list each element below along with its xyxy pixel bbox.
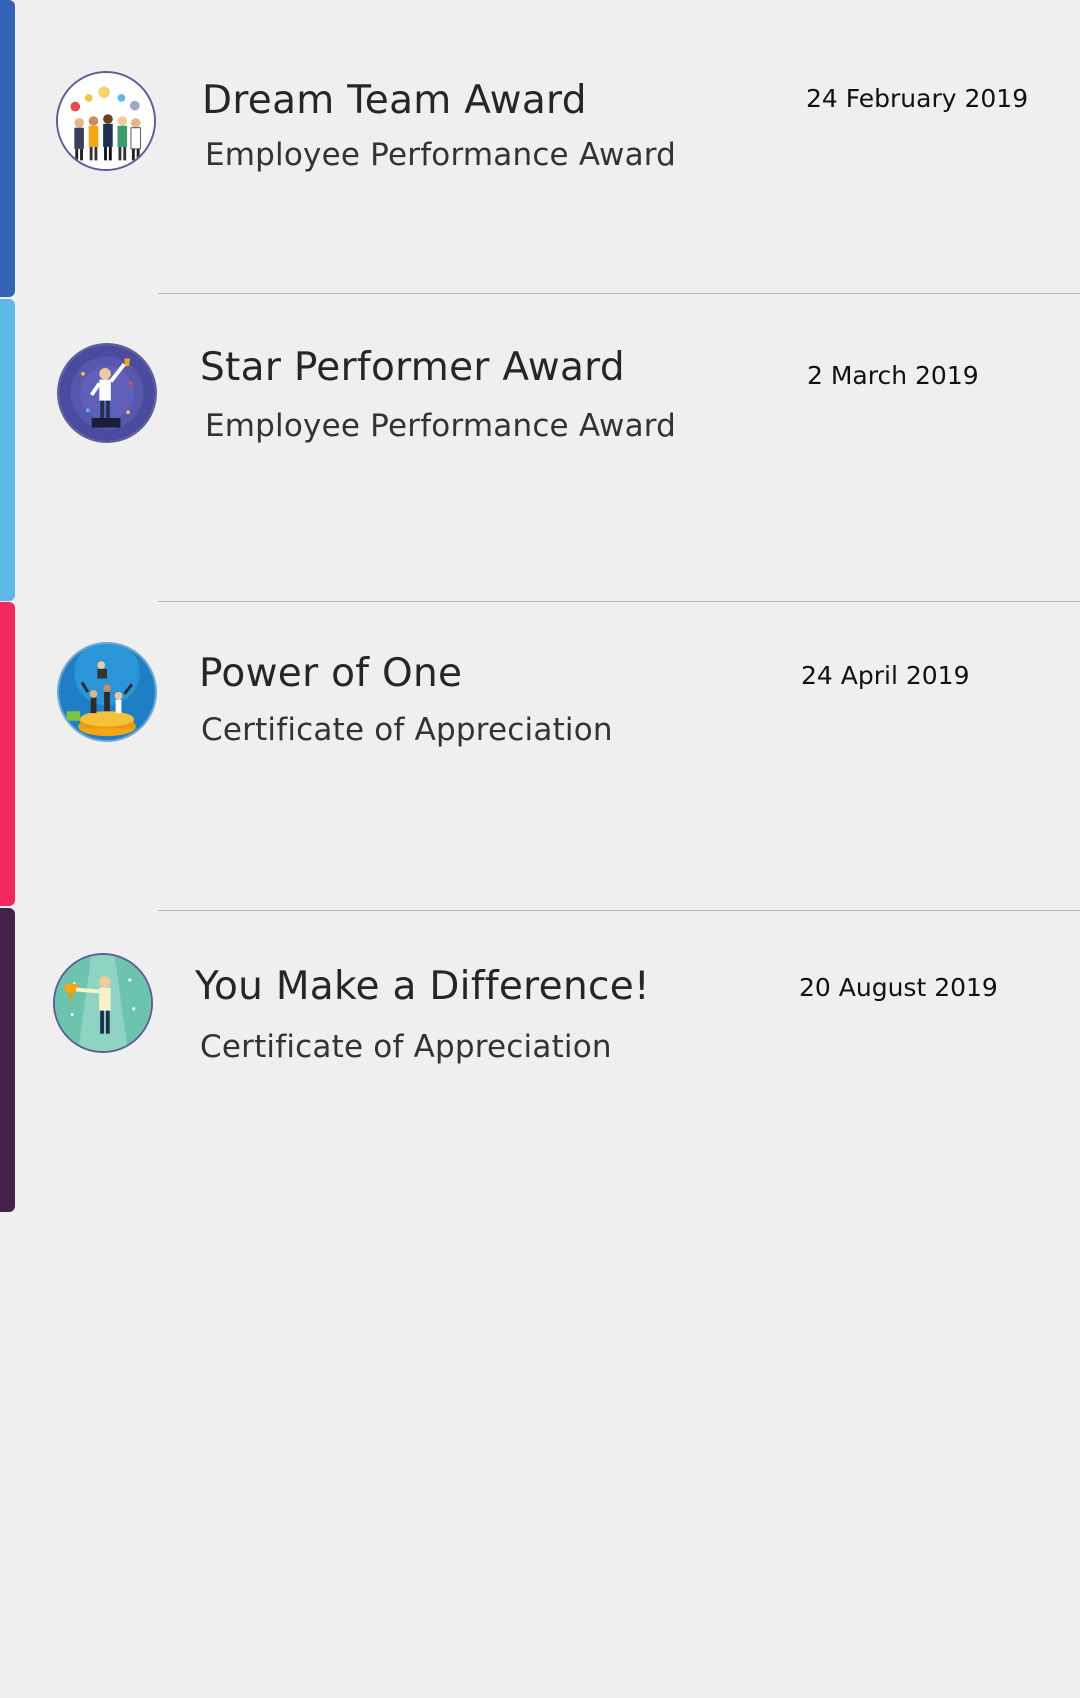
award-title: Power of One xyxy=(199,651,463,696)
team-illustration-icon xyxy=(56,71,156,171)
award-item[interactable]: Dream Team Award Employee Performance Aw… xyxy=(0,0,1080,300)
award-type: Certificate of Appreciation xyxy=(201,712,613,748)
award-item[interactable]: You Make a Difference! Certificate of Ap… xyxy=(0,908,1080,1213)
award-date: 24 February 2019 xyxy=(806,84,1029,113)
accent-bar xyxy=(0,299,15,601)
award-type: Employee Performance Award xyxy=(205,408,677,444)
award-item[interactable]: Star Performer Award Employee Performanc… xyxy=(0,299,1080,602)
divider xyxy=(158,293,1080,294)
award-type: Certificate of Appreciation xyxy=(200,1029,612,1065)
accent-bar xyxy=(0,602,15,906)
trophy-winner-illustration-icon xyxy=(53,953,153,1053)
award-type: Employee Performance Award xyxy=(205,137,677,173)
award-item[interactable]: Power of One Certificate of Appreciation… xyxy=(0,602,1080,911)
awards-page: Dream Team Award Employee Performance Aw… xyxy=(0,0,1080,1698)
award-title: Star Performer Award xyxy=(200,345,625,390)
accent-bar xyxy=(0,0,15,297)
star-performer-illustration-icon xyxy=(57,343,157,443)
award-date: 2 March 2019 xyxy=(807,361,979,390)
award-date: 20 August 2019 xyxy=(799,973,998,1002)
award-title: Dream Team Award xyxy=(202,78,587,123)
accent-bar xyxy=(0,908,15,1212)
power-of-one-illustration-icon xyxy=(57,642,157,742)
award-date: 24 April 2019 xyxy=(801,661,970,690)
award-title: You Make a Difference! xyxy=(195,964,650,1009)
